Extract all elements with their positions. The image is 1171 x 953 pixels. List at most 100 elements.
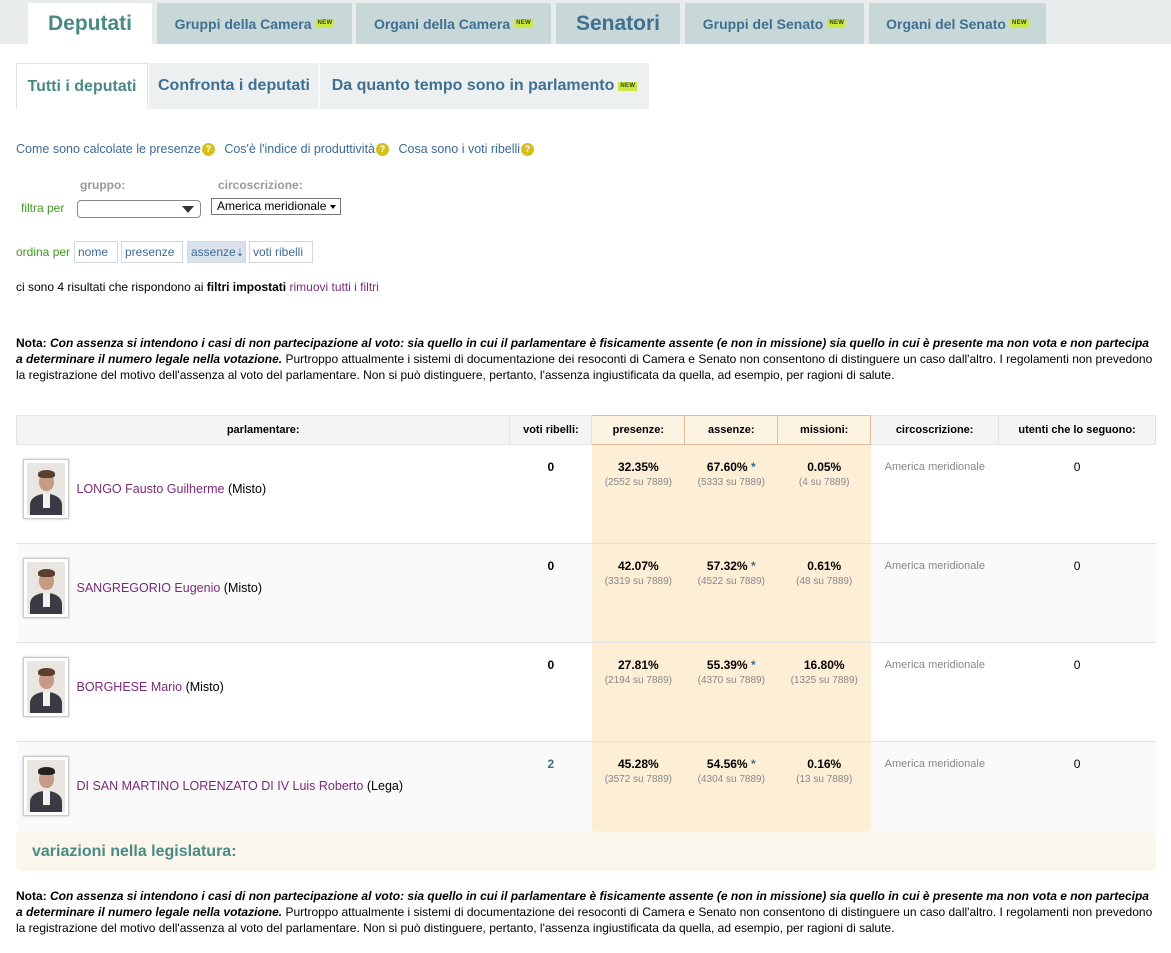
parlamentare-cell: SANGREGORIO Eugenio (Misto): [16, 543, 510, 643]
missioni-sub: (4 su 7889): [798, 477, 850, 488]
link-label: Come sono calcolate le presenze: [16, 142, 201, 156]
results-summary: ci sono 4 risultati che rispondono ai fi…: [16, 280, 379, 294]
sort-assenze-button[interactable]: assenze⇣: [187, 241, 246, 263]
utenti-value: 0: [998, 741, 1156, 841]
subtab-label: Tutti i deputati: [27, 77, 137, 95]
results-bold: filtri impostati: [206, 280, 287, 294]
gruppo-select[interactable]: [77, 200, 201, 218]
col-header-utenti[interactable]: utenti che lo seguono:: [998, 415, 1156, 445]
variazioni-header: variazioni nella legislatura:: [16, 831, 1156, 871]
link-voti-ribelli-help[interactable]: Cosa sono i voti ribelli?: [398, 142, 535, 157]
missioni-sub: (48 su 7889): [796, 576, 853, 587]
tab-deputati[interactable]: Deputati: [28, 3, 152, 44]
voti-ribelli-value[interactable]: 2: [509, 741, 592, 841]
tab-organi-camera[interactable]: Organi della Camera NEW: [356, 3, 551, 44]
chevron-down-icon: [330, 205, 336, 209]
voti-ribelli-value: 0: [509, 642, 592, 742]
circoscrizione-value: America meridionale: [870, 444, 999, 544]
deputy-photo[interactable]: [22, 756, 69, 816]
presenze-value: 32.35%: [617, 460, 659, 474]
results-prefix: ci sono 4 risultati che rispondono ai: [16, 280, 204, 294]
tab-senatori[interactable]: Senatori: [556, 3, 680, 44]
deputy-name-link[interactable]: DI SAN MARTINO LORENZATO DI IV Luis Robe…: [77, 779, 364, 793]
presenze-value: 27.81%: [617, 658, 659, 672]
new-badge: NEW: [827, 19, 847, 28]
sort-desc-icon: ⇣: [235, 248, 245, 259]
assenze-sub: (4370 su 7889): [697, 675, 765, 686]
link-label: Cosa sono i voti ribelli: [398, 142, 521, 156]
new-badge: NEW: [1009, 19, 1029, 28]
tab-organi-senato[interactable]: Organi del Senato NEW: [869, 3, 1046, 44]
new-badge: NEW: [514, 19, 534, 28]
assenze-cell: 55.39% * (4370 su 7889): [684, 642, 778, 742]
main-tab-bar: Deputati Gruppi della Camera NEW Organi d…: [0, 0, 1171, 44]
deputati-table: parlamentare: voti ribelli: presenze: as…: [15, 415, 1156, 841]
assenze-sub: (5333 su 7889): [697, 477, 765, 488]
sort-voti-ribelli-button[interactable]: voti ribelli: [249, 241, 313, 263]
presenze-sub: (2552 su 7889): [604, 477, 672, 488]
deputy-group: (Misto): [227, 482, 267, 496]
assenze-sub: (4522 su 7889): [697, 576, 765, 587]
deputy-name-link[interactable]: BORGHESE Mario: [77, 680, 183, 694]
circoscrizione-select[interactable]: America meridionale: [211, 198, 341, 215]
subtab-tutti-deputati[interactable]: Tutti i deputati: [16, 63, 148, 109]
col-header-assenze[interactable]: assenze:: [684, 415, 779, 445]
presenze-cell: 27.81% (2194 su 7889): [591, 642, 685, 742]
subtab-confronta-deputati[interactable]: Confronta i deputati: [149, 63, 319, 109]
tab-label: Deputati: [48, 11, 132, 35]
col-header-circoscrizione[interactable]: circoscrizione:: [870, 415, 1000, 445]
remove-filters-link[interactable]: rimuovi tutti i filtri: [289, 280, 378, 294]
deputy-photo[interactable]: [22, 558, 69, 618]
missioni-value: 0.16%: [807, 757, 842, 771]
tab-label: Gruppi della Camera: [174, 15, 312, 32]
missioni-sub: (13 su 7889): [796, 774, 853, 785]
subtab-da-quanto-tempo[interactable]: Da quanto tempo sono in parlamento NEW: [320, 63, 649, 109]
help-icon: ?: [376, 143, 389, 157]
sort-presenze-button[interactable]: presenze: [121, 241, 183, 263]
deputy-name-link[interactable]: LONGO Fausto Guilherme: [77, 482, 225, 496]
new-badge: NEW: [315, 19, 335, 28]
missioni-value: 0.61%: [807, 559, 842, 573]
assenze-value: 54.56%: [706, 757, 748, 771]
info-links: Come sono calcolate le presenze? Cos'è l…: [16, 142, 540, 157]
table-row: SANGREGORIO Eugenio (Misto) 0 42.07% (331…: [16, 543, 1156, 643]
assenze-cell: 57.32% * (4522 su 7889): [684, 543, 778, 643]
missioni-value: 16.80%: [803, 658, 845, 672]
tab-label: Organi del Senato: [886, 15, 1006, 32]
presenze-value: 42.07%: [617, 559, 659, 573]
assenze-value: 57.32%: [706, 559, 748, 573]
col-header-presenze[interactable]: presenze:: [591, 415, 686, 445]
missioni-cell: 0.16% (13 su 7889): [777, 741, 871, 841]
deputy-photo[interactable]: [22, 657, 69, 717]
chevron-down-icon: [182, 206, 194, 213]
col-header-parlamentare[interactable]: parlamentare:: [15, 415, 511, 445]
tab-gruppi-camera[interactable]: Gruppi della Camera NEW: [157, 3, 352, 44]
filter-label: filtra per: [21, 201, 65, 215]
deputy-photo[interactable]: [22, 459, 69, 519]
missioni-value: 0.05%: [807, 460, 842, 474]
presenze-sub: (2194 su 7889): [604, 675, 672, 686]
deputy-group: (Lega): [366, 779, 404, 793]
deputy-group: (Misto): [223, 581, 262, 595]
presenze-cell: 32.35% (2552 su 7889): [591, 444, 685, 544]
table-row: LONGO Fausto Guilherme (Misto) 0 32.35% (…: [16, 444, 1156, 544]
presenze-cell: 42.07% (3319 su 7889): [591, 543, 685, 643]
nota-assenza-bottom: Nota: Con assenza si intendono i casi di…: [16, 888, 1156, 936]
deputy-name-link[interactable]: SANGREGORIO Eugenio: [77, 581, 221, 595]
presenze-value: 45.28%: [617, 757, 659, 771]
link-presenze-help[interactable]: Come sono calcolate le presenze?: [16, 142, 215, 157]
nota-label: Nota:: [16, 336, 47, 350]
tab-label: Gruppi del Senato: [702, 15, 824, 32]
circoscrizione-value: America meridionale: [870, 642, 999, 742]
utenti-value: 0: [998, 642, 1156, 742]
link-produttivita-help[interactable]: Cos'è l'indice di produttività?: [224, 142, 389, 157]
help-icon: ?: [201, 143, 215, 157]
sort-nome-button[interactable]: nome: [74, 241, 118, 263]
presenze-sub: (3319 su 7889): [604, 576, 672, 587]
assenze-value: 67.60%: [706, 460, 748, 474]
tab-gruppi-senato[interactable]: Gruppi del Senato NEW: [685, 3, 864, 44]
col-header-voti-ribelli[interactable]: voti ribelli:: [509, 415, 593, 445]
col-header-missioni[interactable]: missioni:: [777, 415, 872, 445]
assenze-star: *: [750, 559, 756, 573]
circoscrizione-value: America meridionale: [870, 543, 999, 643]
